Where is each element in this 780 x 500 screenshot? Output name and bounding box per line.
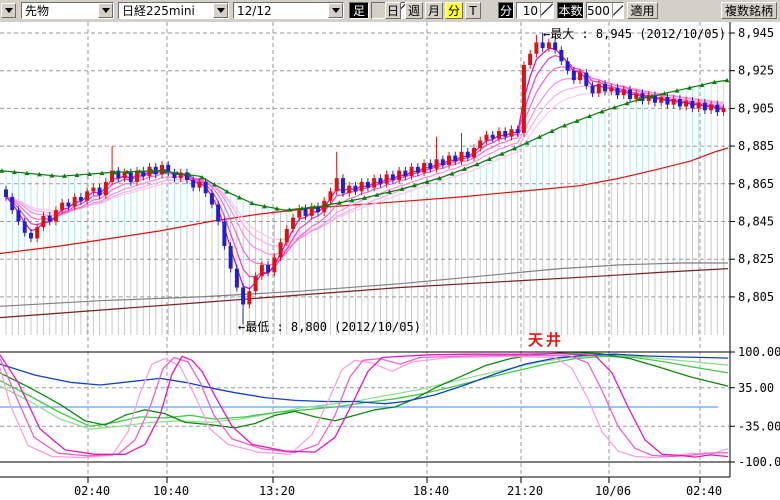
spinner-diagonal-icon[interactable] bbox=[540, 3, 553, 18]
long-ma-layer bbox=[0, 148, 728, 318]
gridlines-layer bbox=[0, 22, 730, 477]
dropdown-arrow-icon bbox=[332, 8, 340, 13]
ashi-label-button[interactable]: 足 bbox=[349, 2, 369, 19]
spinner-diagonal-icon[interactable] bbox=[612, 3, 623, 18]
price-axis-label: 8,865 bbox=[738, 177, 774, 191]
minutes-label: 分 bbox=[498, 2, 514, 19]
chart-area[interactable]: 8,945 8,925 8,905 8,885 8,865 8,845 8,825 8,805… bbox=[0, 22, 780, 500]
price-axis-label: 8,805 bbox=[738, 290, 774, 304]
time-axis-label: 10/06 bbox=[595, 484, 631, 498]
oscillator-series-rci-pink-dark bbox=[0, 354, 728, 458]
oscillator-axis-label: 35.00 bbox=[738, 381, 774, 395]
price-axis-label: 8,825 bbox=[738, 252, 774, 266]
price-axis-label: 8,905 bbox=[738, 101, 774, 115]
contract-month-dropdown-button[interactable] bbox=[328, 3, 343, 18]
minutes-spinner[interactable]: 10 bbox=[516, 2, 554, 19]
instrument-type-value: 先物 bbox=[22, 2, 98, 19]
price-axis-label: 8,885 bbox=[738, 139, 774, 153]
instrument-value: 日経225mini bbox=[119, 2, 213, 19]
max-price-annotation: ←最大 : 8,945 (2012/10/05) bbox=[543, 27, 726, 41]
oscillator-series-rci-green-light bbox=[0, 355, 728, 429]
minutes-value: 10 bbox=[517, 4, 540, 18]
ceiling-annotation: 天井 bbox=[528, 331, 564, 349]
oscillator-axis-label: -35.00 bbox=[738, 419, 780, 433]
annotations-layer: ←最大 : 8,945 (2012/10/05) ←最低 : 8,800 (201… bbox=[238, 27, 726, 349]
oscillator-axis-label: 100.00 bbox=[738, 345, 780, 359]
bar-count-spinner[interactable]: 500 bbox=[586, 2, 624, 19]
oscillator-axis-label: -100.00 bbox=[738, 455, 780, 469]
dropdown-arrow-icon bbox=[217, 8, 225, 13]
period-minute-button[interactable]: 分 bbox=[445, 2, 463, 19]
time-axis-label: 18:40 bbox=[413, 484, 449, 498]
time-axis-label: 13:20 bbox=[259, 484, 295, 498]
time-axis-label: 02:40 bbox=[74, 484, 110, 498]
min-price-annotation: ←最低 : 8,800 (2012/10/05) bbox=[238, 320, 421, 334]
oscillator-series-rci-green-dark bbox=[0, 353, 728, 428]
price-and-oscillator-chart-svg[interactable]: 8,945 8,925 8,905 8,885 8,865 8,845 8,825 8,805… bbox=[0, 22, 780, 500]
apply-button[interactable]: 適用 bbox=[627, 2, 658, 19]
bar-count-value: 500 bbox=[587, 4, 612, 18]
multi-symbol-button[interactable]: 複数銘柄 bbox=[721, 2, 777, 19]
period-day-button[interactable]: 日 bbox=[385, 2, 401, 19]
time-axis-label: 10:40 bbox=[153, 484, 189, 498]
oscillator-series-rci-green-mid bbox=[0, 356, 728, 426]
toolbar: 先物 日経225mini 12/12 足 1 日 週 月 分 T 分 10 本数… bbox=[0, 0, 780, 23]
dropdown-arrow-icon bbox=[5, 8, 13, 13]
instrument-dropdown-button[interactable] bbox=[213, 3, 228, 18]
time-axis-label: 02:40 bbox=[686, 484, 722, 498]
period-month-button[interactable]: 月 bbox=[425, 2, 443, 19]
partial-combo-dropdown-button[interactable] bbox=[1, 3, 16, 18]
dropdown-arrow-icon bbox=[102, 8, 110, 13]
chart-application-window: { "toolbar": { "partial_combo_icon": "dr… bbox=[0, 0, 780, 500]
price-axis-label: 8,945 bbox=[738, 26, 774, 40]
price-axis-label: 8,845 bbox=[738, 215, 774, 229]
oscillator-layer bbox=[0, 353, 728, 458]
time-axis-label: 21:20 bbox=[507, 484, 543, 498]
instrument-type-dropdown-button[interactable] bbox=[98, 3, 113, 18]
instrument-combo[interactable]: 日経225mini bbox=[118, 2, 229, 19]
contract-month-combo[interactable]: 12/12 bbox=[233, 2, 344, 19]
instrument-type-combo[interactable]: 先物 bbox=[21, 2, 114, 19]
bar-count-label: 本数 bbox=[557, 2, 584, 19]
price-axis-label: 8,925 bbox=[738, 64, 774, 78]
period-week-button[interactable]: 週 bbox=[405, 2, 423, 19]
contract-month-value: 12/12 bbox=[234, 4, 328, 18]
period-tick-button[interactable]: T bbox=[465, 2, 481, 19]
oscillator-series-rci-pink-mid bbox=[0, 355, 728, 456]
ema-ribbon-layer bbox=[6, 48, 724, 289]
